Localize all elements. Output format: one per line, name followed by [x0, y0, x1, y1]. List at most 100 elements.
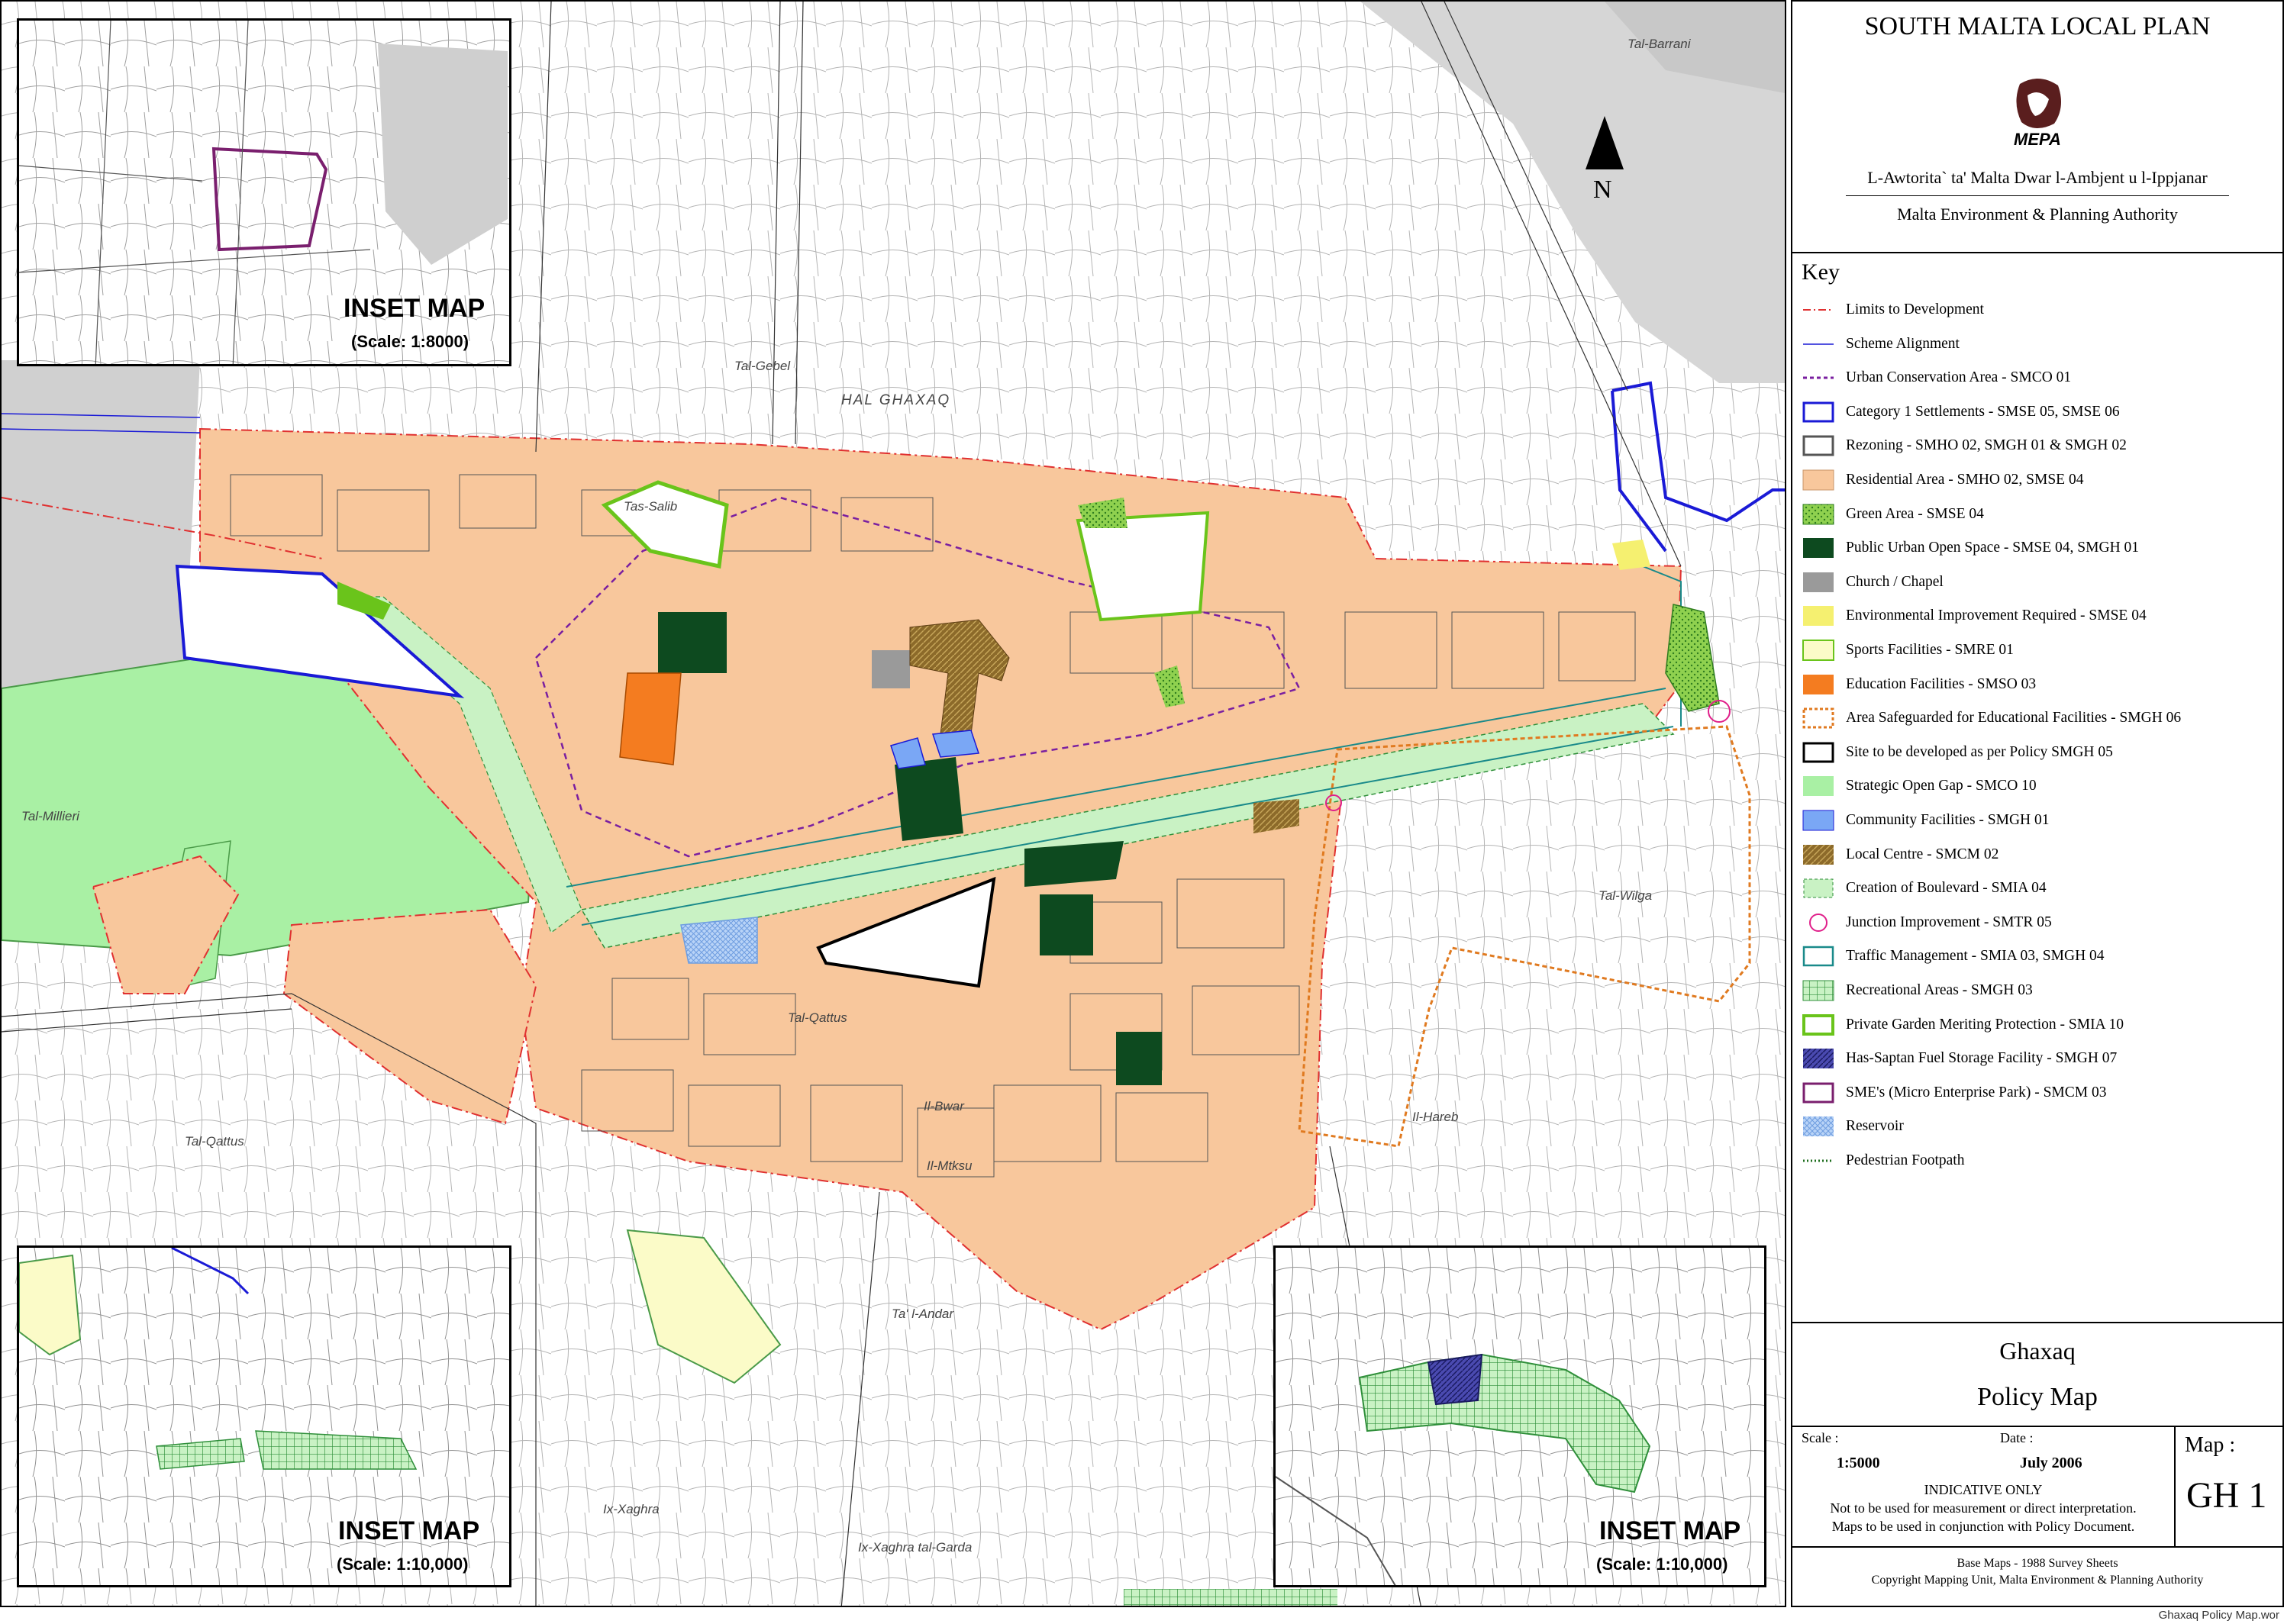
legend-item: Pedestrian Footpath [1802, 1144, 2281, 1178]
locality-name: Ghaxaq [1999, 1337, 2076, 1365]
legend-label: Pedestrian Footpath [1846, 1152, 1965, 1168]
legend-label: Site to be developed as per Policy SMGH … [1846, 743, 2113, 760]
place-label: Tal-Qattus [788, 1010, 847, 1025]
legend-label: Public Urban Open Space - SMSE 04, SMGH … [1846, 540, 2140, 556]
date-value: July 2006 [2020, 1455, 2082, 1471]
church [872, 650, 910, 688]
lime-outline-box-icon [1802, 1013, 1835, 1036]
public-open-space-3 [1116, 1032, 1162, 1085]
copyright-note: Copyright Mapping Unit, Malta Environmen… [1871, 1574, 2204, 1587]
legend-item: Residential Area - SMHO 02, SMSE 04 [1802, 463, 2281, 497]
place-label: Tas-Salib [624, 499, 678, 514]
light-blue-hatch-fill-icon [1802, 1115, 1835, 1138]
legend-item: SME's (Micro Enterprise Park) - SMCM 03 [1802, 1076, 2281, 1110]
legend-item: Reservoir [1802, 1110, 2281, 1143]
place-label: Tal-Barrani [1628, 37, 1691, 51]
green-dotted-line-icon [1802, 1149, 1835, 1172]
authority-maltese: L-Awtorita` ta' Malta Dwar l-Ambjent u l… [1867, 168, 2208, 187]
map-label: Map : [2185, 1433, 2236, 1457]
magenta-circle-icon [1802, 911, 1835, 934]
brown-hatch-fill-icon [1802, 843, 1835, 866]
map-number: GH 1 [2186, 1475, 2267, 1516]
place-label: Tal-Gebel [734, 359, 791, 373]
orange-dashed-box-icon [1802, 707, 1835, 730]
legend-panel: SOUTH MALTA LOCAL PLAN MEPA L-Awtorita` … [1791, 0, 2284, 1607]
black-outline-box-icon [1802, 741, 1835, 764]
pale-yellow-green-fill-icon [1802, 639, 1835, 662]
indicative-label: INDICATIVE ONLY [1924, 1482, 2043, 1497]
legend-label: Limits to Development [1846, 301, 1984, 317]
blue-fill-icon [1802, 809, 1835, 832]
navy-hatch-fill-icon [1802, 1047, 1835, 1070]
place-label: Tal-Wilga [1598, 888, 1653, 903]
legend-item: Private Garden Meriting Protection - SMI… [1802, 1008, 2281, 1042]
legend-item: Limits to Development [1802, 293, 2281, 327]
purple-outline-box-icon [1802, 1081, 1835, 1104]
legend-item: Sports Facilities - SMRE 01 [1802, 633, 2281, 667]
green-grid-fill-icon [1802, 979, 1835, 1002]
education-facility [619, 672, 682, 765]
pale-green-dashed-fill-icon [1802, 877, 1835, 900]
legend-item: Local Centre - SMCM 02 [1802, 838, 2281, 872]
light-green-fill-icon [1802, 775, 1835, 798]
legend-label: Scheme Alignment [1846, 335, 1960, 352]
legend-label: Traffic Management - SMIA 03, SMGH 04 [1846, 948, 2105, 965]
legend-label: Rezoning - SMHO 02, SMGH 01 & SMGH 02 [1846, 437, 2127, 454]
date-label: Date : [2000, 1430, 2034, 1445]
policy-map[interactable]: N Tal-Gebel HAL GHAXAQ Tal-Barrani Tas-S… [0, 0, 1786, 1607]
legend-label: Junction Improvement - SMTR 05 [1846, 914, 2052, 930]
legend-label: Community Facilities - SMGH 01 [1846, 812, 2050, 828]
inset-map-top-left[interactable]: INSET MAP (Scale: 1:8000) [17, 18, 511, 366]
legend-item: Category 1 Settlements - SMSE 05, SMSE 0… [1802, 395, 2281, 429]
authority-english: Malta Environment & Planning Authority [1897, 205, 2178, 224]
inset-map-bottom-left[interactable]: INSET MAP (Scale: 1:10,000) [17, 1245, 511, 1587]
legend-item: Green Area - SMSE 04 [1802, 498, 2281, 531]
place-label: Tal-Millieri [21, 809, 79, 823]
yellow-fill-icon [1802, 604, 1835, 627]
legend-label: Has-Saptan Fuel Storage Facility - SMGH … [1846, 1050, 2118, 1067]
legend-label: Recreational Areas - SMGH 03 [1846, 982, 2033, 998]
legend-label: Residential Area - SMHO 02, SMSE 04 [1846, 472, 2084, 488]
peach-fill-icon [1802, 469, 1835, 491]
legend-item: Urban Conservation Area - SMCO 01 [1802, 361, 2281, 395]
legend-item: Has-Saptan Fuel Storage Facility - SMGH … [1802, 1042, 2281, 1075]
legend-label: Green Area - SMSE 04 [1846, 505, 1984, 522]
legend-label: Reservoir [1846, 1118, 1904, 1135]
green-dotted-fill-icon [1802, 503, 1835, 526]
place-label: Il-Mtksu [927, 1158, 973, 1173]
file-name: Ghaxaq Policy Map.wor [2158, 1609, 2279, 1622]
place-label: Il-Hareb [1412, 1110, 1459, 1124]
legend-label: Area Safeguarded for Educational Facilit… [1846, 710, 2182, 727]
mepa-logo: MEPA [2012, 76, 2066, 153]
legend-item: Traffic Management - SMIA 03, SMGH 04 [1802, 939, 2281, 973]
measurement-note: Not to be used for measurement or direct… [1830, 1500, 2137, 1516]
built-zone-grey-west [2, 360, 200, 688]
legend-item: Rezoning - SMHO 02, SMGH 01 & SMGH 02 [1802, 429, 2281, 462]
legend-label: Education Facilities - SMSO 03 [1846, 675, 2037, 692]
plan-title: SOUTH MALTA LOCAL PLAN [1864, 12, 2211, 40]
policy-note: Maps to be used in conjunction with Poli… [1831, 1519, 2135, 1534]
orange-fill-icon [1802, 673, 1835, 696]
base-maps-note: Base Maps - 1988 Survey Sheets [1957, 1557, 2118, 1570]
map-title: Policy Map [1977, 1383, 2098, 1411]
legend-item: Community Facilities - SMGH 01 [1802, 804, 2281, 837]
dark-green-fill-icon [1802, 536, 1835, 559]
private-garden-centre [1076, 511, 1210, 622]
inset-map-bottom-right[interactable]: INSET MAP (Scale: 1:10,000) [1273, 1245, 1766, 1587]
grey-outline-box-icon [1802, 434, 1835, 457]
legend-label: Church / Chapel [1846, 573, 1944, 590]
legend-item: Area Safeguarded for Educational Facilit… [1802, 701, 2281, 735]
legend-label: Urban Conservation Area - SMCO 01 [1846, 369, 2072, 386]
legend-label: Environmental Improvement Required - SMS… [1846, 607, 2147, 624]
legend-item: Education Facilities - SMSO 03 [1802, 668, 2281, 701]
inset-scale: (Scale: 1:10,000) [1596, 1555, 1728, 1574]
legend-item: Site to be developed as per Policy SMGH … [1802, 736, 2281, 769]
inset-scale: (Scale: 1:10,000) [337, 1555, 469, 1574]
legend-item: Creation of Boulevard - SMIA 04 [1802, 872, 2281, 905]
teal-outline-box-icon [1802, 945, 1835, 968]
legend-item: Recreational Areas - SMGH 03 [1802, 974, 2281, 1007]
purple-dashed-line-icon [1802, 366, 1835, 389]
inset-title: INSET MAP [344, 294, 486, 323]
place-label: HAL GHAXAQ [841, 392, 951, 408]
legend-item: Junction Improvement - SMTR 05 [1802, 906, 2281, 939]
